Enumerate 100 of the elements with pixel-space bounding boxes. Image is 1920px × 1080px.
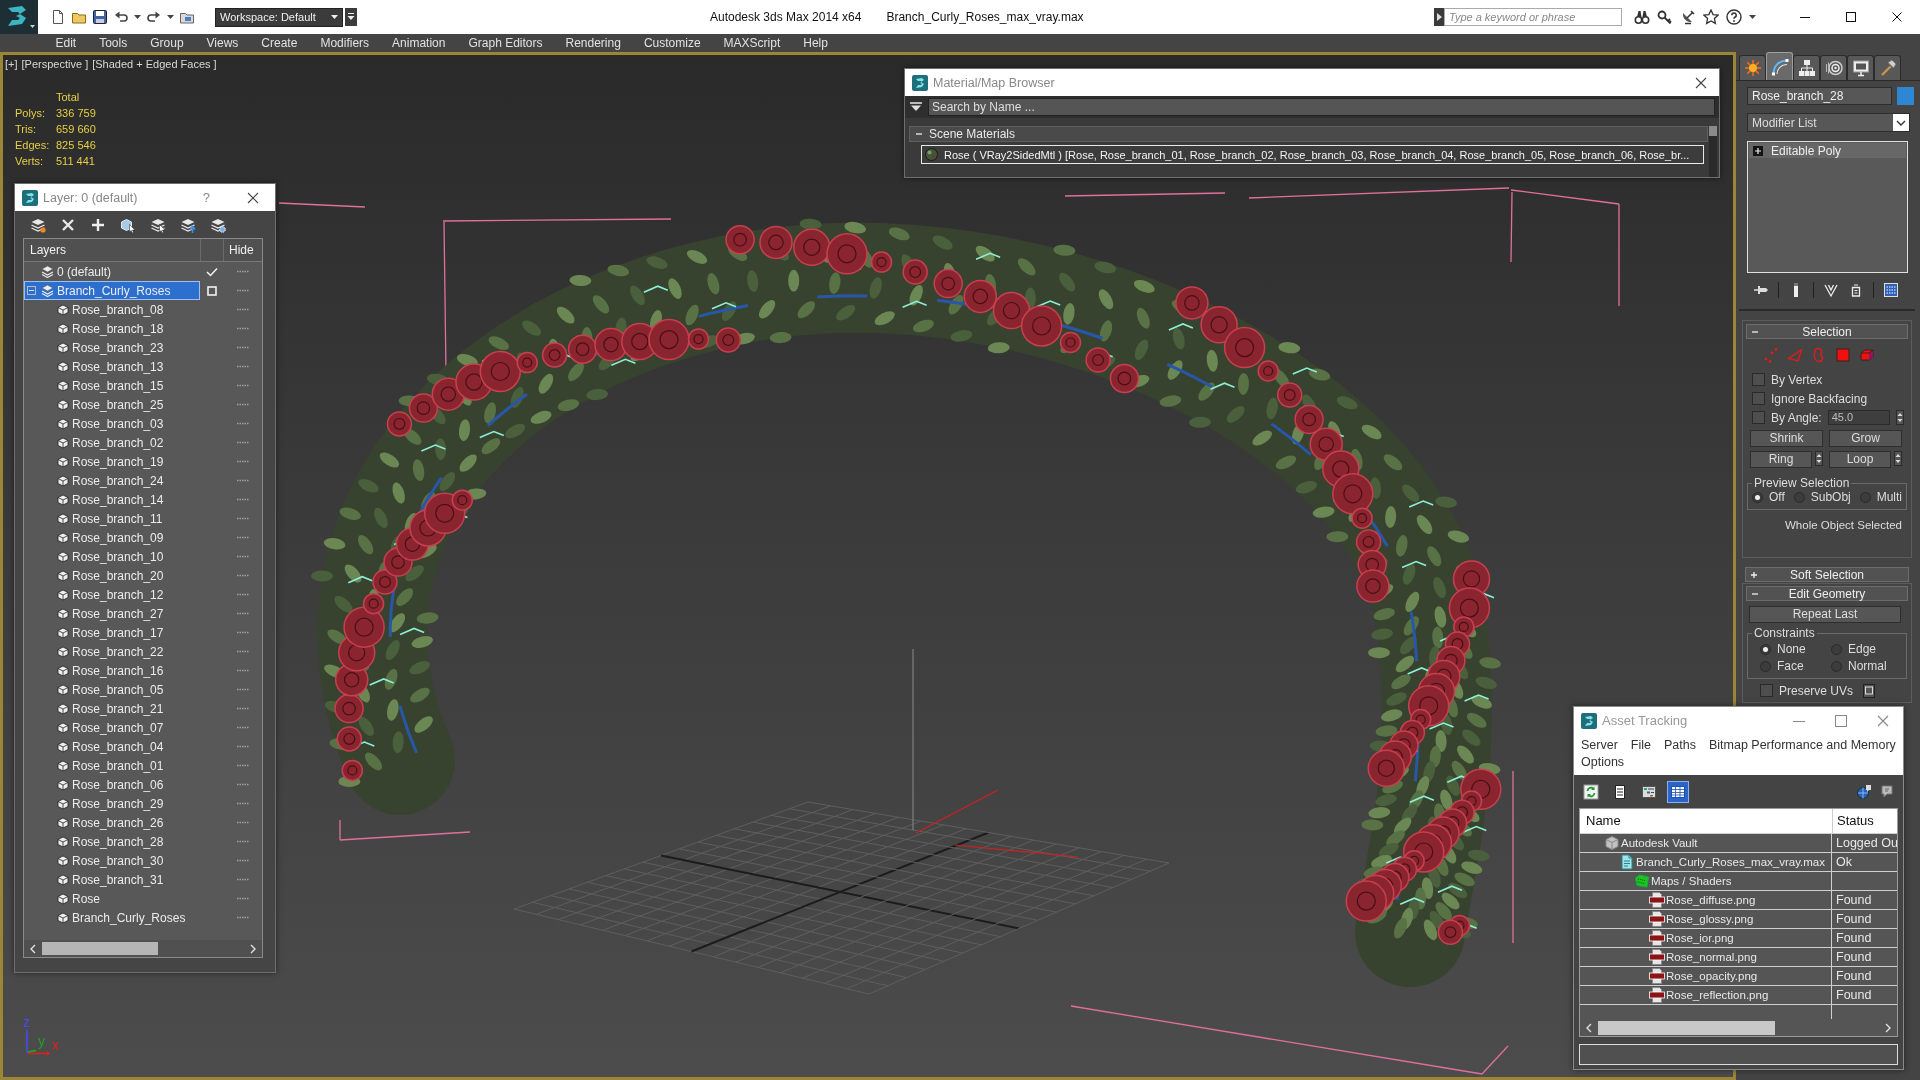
- column-header[interactable]: Status: [1832, 809, 1897, 833]
- dash-icon[interactable]: [237, 707, 249, 710]
- dash-icon[interactable]: [237, 289, 249, 292]
- chevron-left-icon[interactable]: [29, 943, 37, 954]
- dash-icon[interactable]: [237, 384, 249, 387]
- object-name[interactable]: Rose_branch_29: [72, 796, 164, 811]
- viewport-menu-label[interactable]: [Shaded + Edged Faces ]: [92, 58, 217, 70]
- menu-item[interactable]: MAXScript: [712, 34, 792, 52]
- chevron-left-icon[interactable]: [1585, 1022, 1593, 1033]
- caret-icon[interactable]: [134, 15, 141, 19]
- plus-icon[interactable]: [90, 216, 106, 233]
- object-name[interactable]: Rose_branch_19: [72, 454, 164, 469]
- object-name[interactable]: Rose_branch_26: [72, 815, 164, 830]
- object-name[interactable]: Rose_branch_20: [72, 568, 164, 583]
- radio-label[interactable]: None: [1777, 642, 1806, 656]
- layer-list-item[interactable]: Branch_Curly_Roses: [24, 281, 200, 300]
- menu-item[interactable]: Customize: [632, 34, 713, 52]
- radio-button[interactable]: [1752, 491, 1763, 503]
- motion-tab[interactable]: [1820, 55, 1847, 80]
- horizontal-scrollbar[interactable]: [24, 940, 262, 957]
- menu-item[interactable]: Group: [138, 34, 196, 52]
- menu-item[interactable]: Options: [1581, 755, 1625, 769]
- dash-icon[interactable]: [237, 688, 249, 691]
- object-name[interactable]: Rose_branch_21: [72, 701, 164, 716]
- menu-item[interactable]: Bitmap Performance and Memory: [1708, 738, 1896, 752]
- object-name[interactable]: Rose_branch_23: [72, 340, 164, 355]
- dash-icon[interactable]: [237, 574, 249, 577]
- dash-icon[interactable]: [237, 365, 249, 368]
- object-name[interactable]: Rose_branch_09: [72, 530, 164, 545]
- asset-name[interactable]: Maps / Shaders: [1651, 875, 1732, 887]
- menu-item[interactable]: File: [1630, 738, 1651, 752]
- menu-item[interactable]: Rendering: [554, 34, 633, 52]
- vertical-scrollbar[interactable]: [1709, 126, 1717, 177]
- asset-name[interactable]: Rose_reflection.png: [1666, 989, 1769, 1001]
- object-name[interactable]: Rose_branch_13: [72, 359, 164, 374]
- asset-name[interactable]: Branch_Curly_Roses_max_vray.max: [1636, 856, 1825, 868]
- object-name-field[interactable]: Rose_branch_28: [1747, 87, 1892, 105]
- checkbox[interactable]: [1752, 373, 1765, 386]
- dash-icon[interactable]: [237, 783, 249, 786]
- object-name[interactable]: Rose_branch_12: [72, 587, 164, 602]
- tool-button[interactable]: Loop: [1829, 451, 1891, 468]
- cube-icon[interactable]: [1859, 347, 1875, 363]
- new-layer-icon[interactable]: [30, 216, 46, 233]
- object-name[interactable]: Rose_branch_28: [72, 834, 164, 849]
- radio-button[interactable]: [1760, 660, 1771, 672]
- new-file-icon[interactable]: [50, 9, 66, 25]
- radio-label[interactable]: Face: [1777, 659, 1804, 673]
- dash-icon[interactable]: [237, 878, 249, 881]
- dash-icon[interactable]: [237, 403, 249, 406]
- dots-icon[interactable]: [1763, 347, 1779, 363]
- object-name[interactable]: Branch_Curly_Roses: [72, 910, 186, 925]
- dash-icon[interactable]: [237, 612, 249, 615]
- column-header[interactable]: Layers: [24, 239, 200, 261]
- dash-icon[interactable]: [237, 308, 249, 311]
- dash-icon[interactable]: [237, 745, 249, 748]
- tool-button[interactable]: Grow: [1829, 430, 1902, 447]
- radio-button[interactable]: [1831, 660, 1842, 672]
- modifier-list-dropdown[interactable]: Modifier List: [1747, 113, 1910, 132]
- menu-item[interactable]: Help: [791, 34, 840, 52]
- asset-name[interactable]: Rose_normal.png: [1666, 951, 1757, 963]
- close-icon[interactable]: [247, 191, 259, 204]
- menu-item[interactable]: Server: [1581, 738, 1618, 752]
- help-button[interactable]: ?: [202, 190, 210, 205]
- dash-icon[interactable]: [237, 441, 249, 444]
- object-name[interactable]: Rose_branch_16: [72, 663, 164, 678]
- object-name[interactable]: Rose_branch_02: [72, 435, 164, 450]
- dash-icon[interactable]: [237, 270, 249, 273]
- dash-icon[interactable]: [237, 840, 249, 843]
- undo-icon[interactable]: [113, 9, 129, 25]
- tool-button[interactable]: Ring: [1750, 451, 1812, 468]
- dash-icon[interactable]: [237, 460, 249, 463]
- object-name[interactable]: Rose_branch_05: [72, 682, 164, 697]
- dash-icon[interactable]: [237, 916, 249, 919]
- radio-button[interactable]: [1859, 491, 1871, 503]
- fork-icon[interactable]: [1823, 282, 1839, 298]
- layer-name[interactable]: Branch_Curly_Roses: [57, 283, 171, 298]
- create-tab[interactable]: [1739, 55, 1766, 80]
- dash-icon[interactable]: [237, 669, 249, 672]
- check-icon[interactable]: [206, 266, 218, 277]
- object-name[interactable]: Rose_branch_14: [72, 492, 164, 507]
- scrollbar-thumb[interactable]: [1709, 126, 1717, 136]
- object-name[interactable]: Rose_branch_25: [72, 397, 164, 412]
- checkbox[interactable]: [1752, 411, 1765, 424]
- radio-button[interactable]: [1831, 643, 1842, 655]
- radio-label[interactable]: SubObj: [1810, 490, 1851, 504]
- minus-box-icon[interactable]: [27, 286, 36, 295]
- group-header[interactable]: Scene Materials: [909, 126, 1708, 142]
- radio-label[interactable]: Edge: [1848, 642, 1877, 656]
- menu-item[interactable]: Tools: [87, 34, 139, 52]
- menu-item[interactable]: Edit: [44, 34, 88, 52]
- menu-item[interactable]: Animation: [380, 34, 457, 52]
- speech-bubble-icon[interactable]: [1879, 783, 1895, 800]
- object-name[interactable]: Rose_branch_04: [72, 739, 164, 754]
- cross-icon[interactable]: [60, 216, 76, 233]
- object-name[interactable]: Rose_branch_08: [72, 302, 164, 317]
- modifier-stack-item[interactable]: Editable Poly: [1749, 143, 1906, 158]
- close-icon[interactable]: [1892, 12, 1902, 22]
- tool-button[interactable]: Repeat Last: [1749, 606, 1901, 623]
- color-swatch-icon[interactable]: [1897, 87, 1914, 105]
- binoculars-icon[interactable]: [1634, 9, 1650, 25]
